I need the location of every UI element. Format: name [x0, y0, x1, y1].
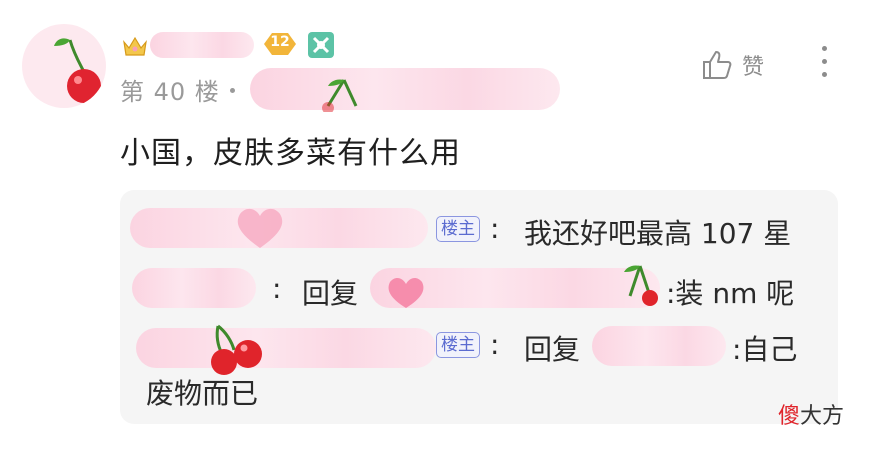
thumbs-up-icon	[703, 51, 732, 79]
user-avatar[interactable]	[22, 24, 106, 108]
reply-separator: :	[490, 212, 500, 245]
replies-panel[interactable]: 楼主 : 我还好吧最高 107 星 : 回复 :装 nm 呢 楼主 : 回复 :…	[120, 190, 838, 424]
cherry-sticker-icon	[211, 324, 262, 375]
cherry-stem-icon	[322, 79, 358, 112]
like-label: 赞	[742, 55, 765, 80]
reply-separator: :	[490, 328, 500, 361]
heart-sticker-icon	[388, 278, 424, 308]
watermark-first-char: 傻	[778, 404, 801, 429]
crown-badge-icon	[122, 34, 148, 58]
heart-sticker-icon	[237, 208, 283, 248]
reply-prefix: 回复	[302, 277, 359, 310]
post-meta-blurred	[250, 68, 560, 110]
cherry-icon	[54, 38, 101, 103]
like-button[interactable]: 赞	[700, 48, 764, 82]
reply-target-blurred[interactable]	[592, 326, 726, 366]
watermark: 傻大方	[778, 398, 844, 430]
reply-prefix: 回复	[524, 333, 581, 366]
reply-username-blurred[interactable]	[132, 268, 256, 308]
cherry-sticker-icon	[624, 265, 658, 306]
username-blurred[interactable]	[150, 32, 254, 58]
comment-text: 小国，皮肤多菜有什么用	[120, 136, 461, 171]
vertical-ellipsis-icon	[821, 46, 827, 51]
reply-text: 我还好吧最高 107 星	[524, 217, 792, 250]
reply-separator: :	[272, 272, 282, 305]
reply-text-continued: 废物而已	[146, 377, 259, 410]
watermark-rest: 大方	[800, 404, 845, 429]
level-number: 12	[270, 34, 290, 50]
reply-text: :装 nm 呢	[666, 277, 795, 310]
reply-text: :自己	[732, 333, 798, 366]
floor-label: 第 40 楼	[120, 78, 220, 106]
author-tag: 楼主	[436, 332, 480, 358]
star-square-badge-icon	[306, 30, 336, 60]
separator-dot	[230, 88, 235, 93]
reply-username-blurred[interactable]	[136, 328, 436, 368]
level-badge: 12	[262, 30, 298, 58]
more-options-button[interactable]	[816, 46, 832, 86]
author-tag: 楼主	[436, 216, 480, 242]
